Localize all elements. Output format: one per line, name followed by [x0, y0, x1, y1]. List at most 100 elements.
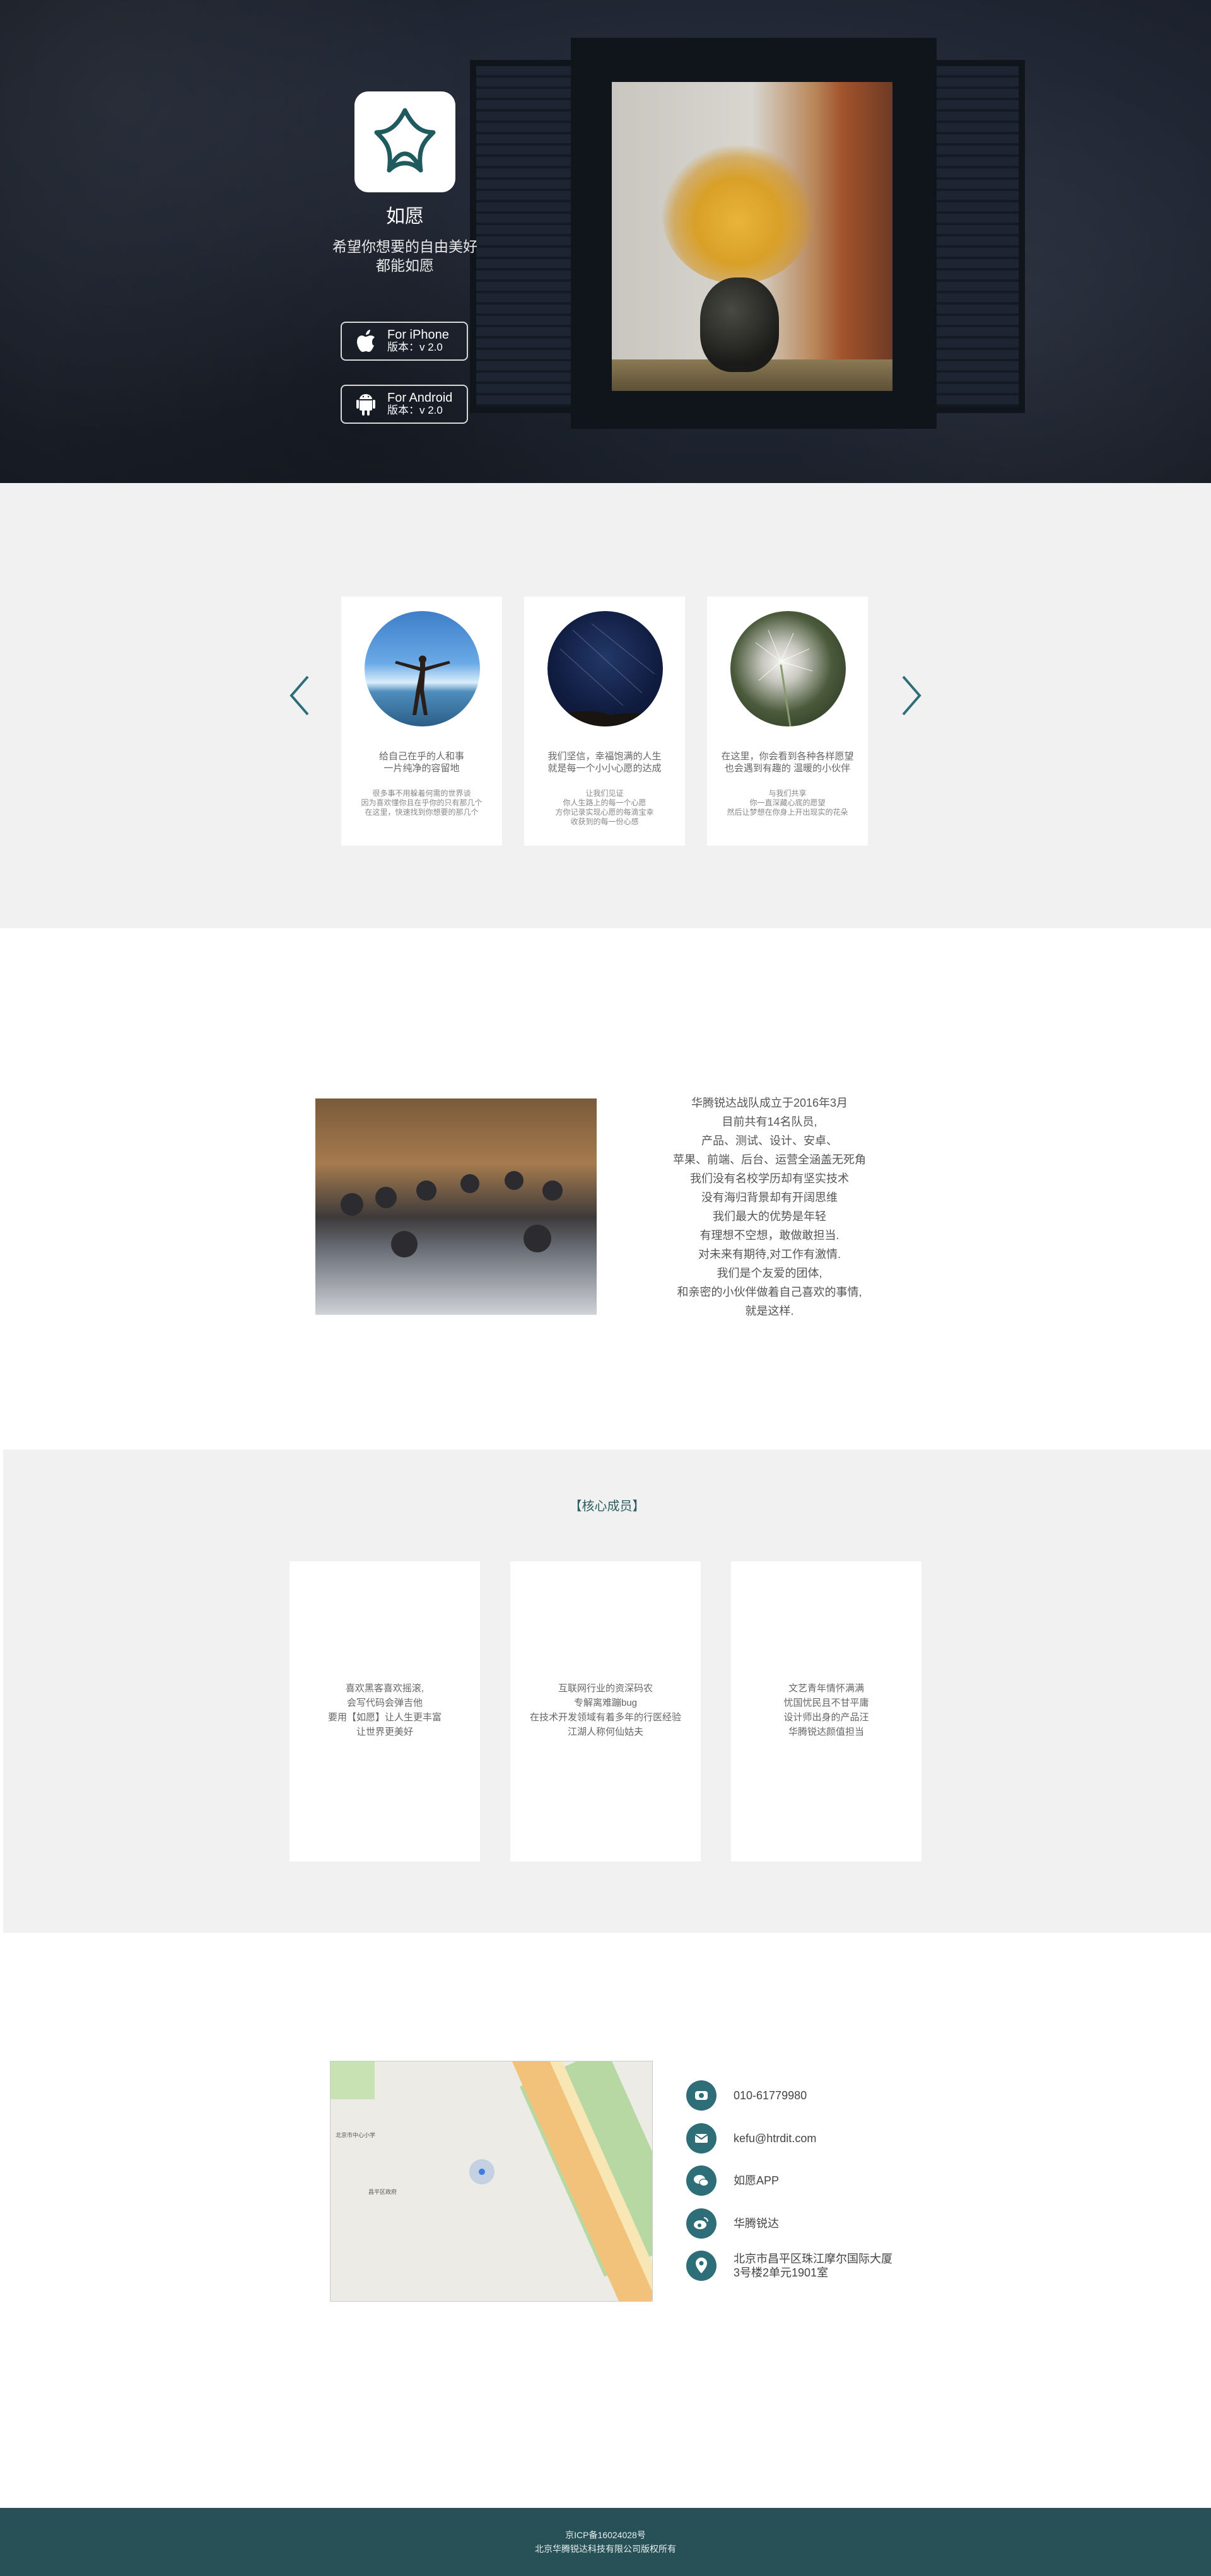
member-line: 专解离难蹦bug [573, 1698, 638, 1708]
detail-line: 因为喜欢懂你且在乎你的只有那几个 [361, 798, 483, 807]
slogan-line: 希望你想要的自由美好 [332, 238, 477, 255]
map-location-pin[interactable] [469, 2159, 494, 2184]
dandelion-image [755, 629, 813, 726]
detail-line: 与我们共享 [768, 789, 807, 798]
carousel-next-button[interactable] [896, 673, 927, 718]
team-member-figure [416, 1180, 436, 1201]
chevron-right-icon [902, 675, 921, 716]
member-description: 互联网行业的资深码农 专解离难蹦bug 在技术开发领域有着多年的行医经验 江湖人… [517, 1681, 694, 1739]
site-footer: 京ICP备16024028号 北京华腾锐达科技有限公司版权所有 [0, 2508, 1211, 2576]
android-label: For Android [387, 391, 453, 405]
app-logo [354, 91, 455, 192]
member-description: 文艺青年情怀满满 忧国忧民且不甘平庸 设计师出身的产品汪 华腾锐达颜值担当 [737, 1681, 915, 1739]
member-line: 互联网行业的资深码农 [558, 1683, 653, 1694]
contact-weibo: 华腾锐达 [686, 2208, 779, 2239]
member-line: 江湖人称何仙姑夫 [567, 1727, 643, 1737]
address: 北京市昌平区珠江摩尔国际大厦 3号楼2单元1901室 [734, 2252, 892, 2280]
card-photo-dandelion [730, 611, 846, 726]
team-member-figure [505, 1171, 524, 1190]
team-intro-line: 我们最大的优势是年轻 [713, 1210, 826, 1223]
feature-card[interactable]: 给自己在乎的人和事 一片纯净的容留地 很多事不用躲着何需的世界谈 因为喜欢懂你且… [341, 597, 502, 846]
detail-line: 你人生路上的每一个心愿 [563, 798, 646, 807]
map-park [331, 2061, 375, 2099]
team-intro-line: 有理想不空想，敢做敢担当. [699, 1229, 840, 1242]
team-member-figure [524, 1225, 551, 1252]
carousel-prev-button[interactable] [284, 673, 315, 718]
member-card[interactable]: 文艺青年情怀满满 忧国忧民且不甘平庸 设计师出身的产品汪 华腾锐达颜值担当 [731, 1561, 921, 1862]
app-logo-icon [374, 108, 436, 173]
chevron-left-icon [290, 675, 309, 716]
team-intro: 华腾锐达战队成立于2016年3月 目前共有14名队员, 产品、测试、设计、安卓、… [631, 1093, 908, 1320]
app-slogan: 希望你想要的自由美好 都能如愿 [317, 237, 493, 275]
member-card[interactable]: 互联网行业的资深码农 专解离难蹦bug 在技术开发领域有着多年的行医经验 江湖人… [510, 1561, 701, 1862]
detail-line: 让我们见证 [585, 789, 624, 798]
team-intro-line: 产品、测试、设计、安卓、 [701, 1134, 838, 1147]
map-label: 北京市中心小学 [336, 2132, 376, 2138]
member-line: 在技术开发领域有着多年的行医经验 [529, 1712, 681, 1723]
caption-line: 也会遇到有趣的 温暖的小伙伴 [724, 763, 851, 774]
team-intro-line: 目前共有14名队员, [722, 1116, 817, 1128]
team-intro-line: 和亲密的小伙伴做着自己喜欢的事情, [677, 1286, 862, 1298]
detail-line: 很多事不用躲着何需的世界谈 [372, 789, 471, 798]
team-photo [315, 1099, 597, 1315]
core-members-section: 【核心成员】 喜欢黑客喜欢摇滚, 会写代码会弹吉他 要用【如愿】让人生更丰富 让… [3, 1450, 1211, 1933]
icp-number: 京ICP备16024028号 [565, 2530, 646, 2540]
team-intro-line: 对未来有期待,对工作有激情. [698, 1248, 841, 1261]
card-photo-seaside [365, 611, 480, 726]
slogan-line: 都能如愿 [376, 257, 434, 274]
member-line: 会写代码会弹吉他 [346, 1698, 423, 1708]
contact-address: 北京市昌平区珠江摩尔国际大厦 3号楼2单元1901室 [686, 2251, 892, 2281]
android-version: 版本：v 2.0 [387, 404, 443, 416]
detail-line: 方你记录实现心愿的每滴宝幸 [555, 808, 654, 817]
member-line: 华腾锐达颜值担当 [788, 1727, 864, 1737]
flowers-image [662, 145, 814, 284]
caption-line: 我们坚信，幸福饱满的人生 [547, 751, 662, 762]
member-card[interactable]: 喜欢黑客喜欢摇滚, 会写代码会弹吉他 要用【如愿】让人生更丰富 让世界更美好 [290, 1561, 480, 1862]
email-link[interactable]: kefu@htrdit.com [734, 2131, 816, 2145]
feature-carousel: 给自己在乎的人和事 一片纯净的容留地 很多事不用躲着何需的世界谈 因为喜欢懂你且… [0, 483, 1211, 928]
copyright-text: 北京华腾锐达科技有限公司版权所有 [535, 2544, 676, 2554]
card-photo-starry-sky [547, 611, 663, 726]
location-map[interactable]: 北京市中心小学 昌平区政府 [330, 2061, 653, 2302]
team-intro-line: 我们没有名校学历却有坚实技术 [690, 1172, 849, 1185]
card-caption: 给自己在乎的人和事 一片纯净的容留地 [351, 750, 493, 774]
card-detail: 让我们见证 你人生路上的每一个心愿 方你记录实现心愿的每滴宝幸 收获到的每一份心… [540, 789, 669, 827]
team-intro-line: 苹果、前端、后台、运营全涵盖无死角 [673, 1153, 866, 1166]
feature-card[interactable]: 我们坚信，幸福饱满的人生 就是每一个小小心愿的达成 让我们见证 你人生路上的每一… [524, 597, 685, 846]
feature-card[interactable]: 在这里，你会看到各种各样愿望 也会遇到有趣的 温暖的小伙伴 与我们共享 你一直深… [707, 597, 868, 846]
caption-line: 给自己在乎的人和事 [378, 751, 464, 762]
caption-line: 就是每一个小小心愿的达成 [547, 763, 662, 774]
address-line: 3号楼2单元1901室 [734, 2266, 829, 2279]
member-line: 要用【如愿】让人生更丰富 [327, 1712, 442, 1723]
member-line: 让世界更美好 [356, 1727, 413, 1737]
member-description: 喜欢黑客喜欢摇滚, 会写代码会弹吉他 要用【如愿】让人生更丰富 让世界更美好 [296, 1681, 474, 1739]
card-detail: 很多事不用躲着何需的世界谈 因为喜欢懂你且在乎你的只有那几个 在这里，快速找到你… [357, 789, 486, 817]
card-caption: 我们坚信，幸福饱满的人生 就是每一个小小心愿的达成 [534, 750, 676, 774]
star-trail-image [547, 623, 663, 726]
detail-line: 在这里，快速找到你想要的那几个 [365, 808, 479, 817]
team-intro-line: 就是这样. [745, 1305, 794, 1317]
core-members-title: 【核心成员】 [569, 1500, 645, 1513]
caption-line: 一片纯净的容留地 [383, 763, 460, 774]
contact-section: 北京市中心小学 昌平区政府 010-61779980 kefu@htrdit.c… [0, 1933, 1211, 2508]
person-silhouette [395, 655, 450, 715]
wechat-account: 如愿APP [734, 2174, 780, 2187]
app-name: 如愿 [386, 206, 424, 227]
team-section: 华腾锐达战队成立于2016年3月 目前共有14名队员, 产品、测试、设计、安卓、… [0, 928, 1211, 1450]
address-line: 北京市昌平区珠江摩尔国际大厦 [734, 2253, 892, 2265]
team-intro-line: 我们是个友爱的团体, [717, 1267, 822, 1279]
location-icon [686, 2251, 717, 2281]
card-caption: 在这里，你会看到各种各样愿望 也会遇到有趣的 温暖的小伙伴 [717, 750, 858, 774]
team-member-figure [542, 1180, 563, 1201]
weibo-icon [686, 2208, 717, 2239]
phone-icon [686, 2080, 717, 2111]
apple-icon [357, 330, 375, 352]
vase-image [700, 277, 779, 372]
detail-line: 然后让梦想在你身上开出现实的花朵 [727, 808, 848, 817]
map-label: 昌平区政府 [368, 2189, 397, 2195]
iphone-label: For iPhone [387, 328, 449, 342]
detail-line: 收获到的每一份心感 [570, 817, 639, 826]
download-android-button[interactable]: For Android 版本：v 2.0 [341, 385, 468, 424]
download-iphone-button[interactable]: For iPhone 版本：v 2.0 [341, 322, 468, 361]
mail-icon [686, 2123, 717, 2153]
